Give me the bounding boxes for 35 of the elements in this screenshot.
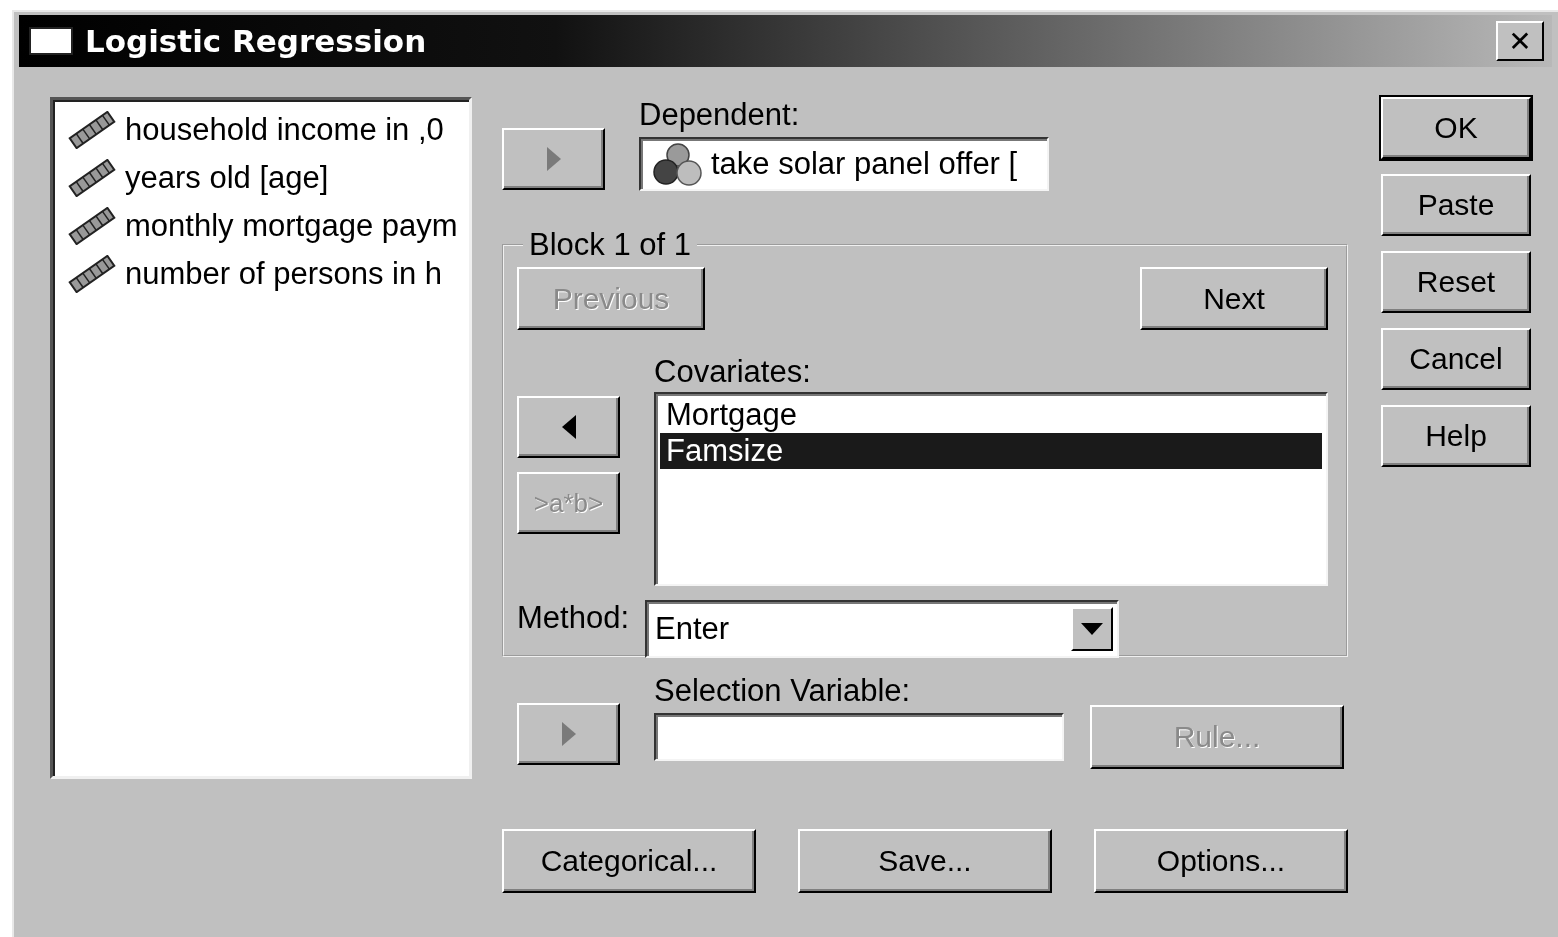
block-title: Block 1 of 1 bbox=[528, 227, 692, 263]
variable-item[interactable]: monthly mortgage paym bbox=[125, 208, 458, 244]
dialog-button[interactable]: Categorical... bbox=[502, 829, 756, 893]
dropdown-button[interactable] bbox=[1071, 607, 1113, 651]
covariate-item[interactable]: Famsize bbox=[660, 433, 1322, 469]
nominal-balls-icon bbox=[653, 142, 703, 186]
close-button[interactable]: ✕ bbox=[1496, 21, 1544, 61]
dependent-field[interactable]: take solar panel offer [ bbox=[639, 137, 1049, 191]
dialog-button[interactable]: Options... bbox=[1094, 829, 1348, 893]
move-right-button[interactable] bbox=[517, 703, 620, 765]
variable-item[interactable]: years old [age] bbox=[125, 160, 329, 196]
next-button[interactable]: Next bbox=[1140, 267, 1328, 330]
dialog-button[interactable]: Paste bbox=[1381, 174, 1531, 236]
covariate-item[interactable]: Mortgage bbox=[660, 397, 1322, 433]
caret-icon bbox=[1081, 623, 1103, 635]
variable-item[interactable]: number of persons in h bbox=[125, 256, 443, 292]
variable-item[interactable]: household income in ,0 bbox=[125, 112, 444, 148]
right-triangle-icon bbox=[560, 721, 577, 747]
dialog-button[interactable]: Save... bbox=[798, 829, 1052, 893]
window-title: Logistic Regression bbox=[85, 23, 428, 59]
right-triangle-icon bbox=[545, 146, 562, 172]
selection-variable-label: Selection Variable: bbox=[654, 673, 912, 709]
dialog-button[interactable]: Reset bbox=[1381, 251, 1531, 313]
window-icon bbox=[29, 27, 73, 55]
dialog-button[interactable]: OK bbox=[1381, 97, 1531, 159]
method-dropdown[interactable]: Enter bbox=[645, 600, 1119, 658]
selection-variable-field[interactable] bbox=[654, 713, 1064, 761]
method-label: Method: bbox=[517, 600, 629, 636]
dependent-label: Dependent: bbox=[639, 97, 801, 133]
covariates-label: Covariates: bbox=[654, 354, 812, 390]
move-right-button[interactable] bbox=[502, 128, 605, 190]
dialog-button[interactable]: Cancel bbox=[1381, 328, 1531, 390]
move-left-button[interactable] bbox=[517, 396, 620, 458]
dialog-button[interactable]: Help bbox=[1381, 405, 1531, 467]
left-triangle-icon bbox=[560, 414, 577, 440]
